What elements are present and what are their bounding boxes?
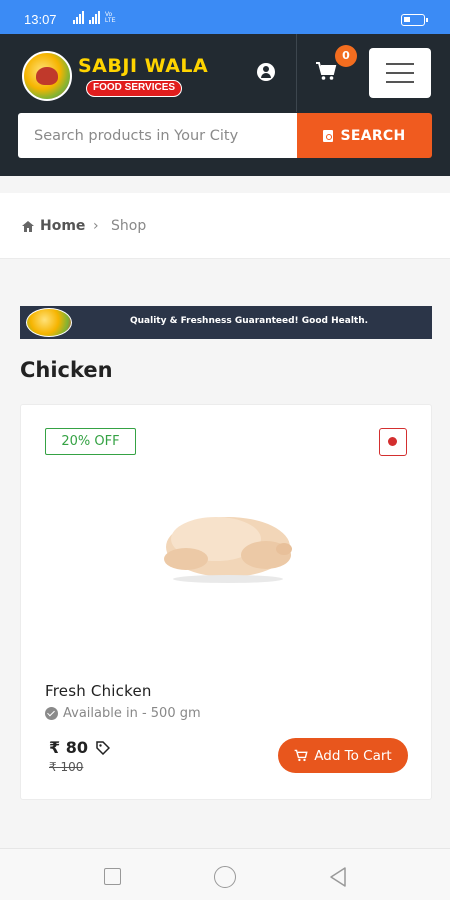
cart-icon [294,749,308,762]
status-bar: 13:07 Vo LTE [0,0,450,34]
system-nav-bar [0,848,450,900]
battery-icon [401,14,428,26]
signal-icon [89,11,100,24]
breadcrumb-separator: › [93,218,99,234]
product-name[interactable]: Fresh Chicken [45,682,152,700]
brand-logo[interactable]: SABJI WALA FOOD SERVICES [22,49,208,103]
search-button-label: SEARCH [340,127,406,144]
header-divider [296,34,297,112]
logo-title: SABJI WALA [78,55,209,77]
product-price: ₹ 80 [49,738,110,757]
breadcrumb-home-link[interactable]: Home [40,218,85,234]
category-title: Chicken [20,358,113,382]
product-image[interactable] [156,497,306,587]
search-button[interactable]: SEARCH [297,113,432,158]
discount-badge: 20% OFF [45,428,136,455]
add-to-cart-label: Add To Cart [314,747,392,764]
product-mrp: ₹ 100 [49,760,84,774]
cart-count-badge: 0 [335,45,357,67]
nav-back-icon[interactable] [328,866,348,888]
banner-text: Quality & Freshness Guaranteed! Good Hea… [130,316,369,326]
search-doc-icon [323,129,334,142]
signal-icon [73,11,84,24]
signal-icons: Vo LTE [73,11,119,24]
tag-icon [96,740,110,755]
status-time: 13:07 [24,12,57,27]
banner-logo [26,308,72,337]
app-header: SABJI WALA FOOD SERVICES 0 SEARCH [0,34,450,176]
network-label: Vo LTE [105,12,116,24]
logo-emblem [22,51,72,101]
nav-recents-icon[interactable] [104,868,121,885]
product-card[interactable]: 20% OFF Fresh Chicken Available in - 500… [20,404,432,800]
cart-icon[interactable] [315,61,337,81]
promo-banner[interactable]: Quality & Freshness Guaranteed! Good Hea… [20,306,432,339]
user-icon[interactable] [257,63,275,81]
menu-button[interactable] [369,48,431,98]
nonveg-mark-icon [379,428,407,456]
logo-subtitle: FOOD SERVICES [86,80,183,97]
add-to-cart-button[interactable]: Add To Cart [278,738,408,773]
breadcrumb-current: Shop [111,218,147,234]
breadcrumb: Home › Shop [0,193,450,259]
nav-home-icon[interactable] [214,866,236,888]
search-input[interactable] [18,113,297,158]
check-circle-icon [45,707,58,720]
home-icon [22,221,34,232]
availability-text: Available in - 500 gm [63,706,201,721]
product-availability: Available in - 500 gm [45,706,201,721]
price-value: ₹ 80 [49,738,88,757]
search-bar: SEARCH [18,113,432,158]
